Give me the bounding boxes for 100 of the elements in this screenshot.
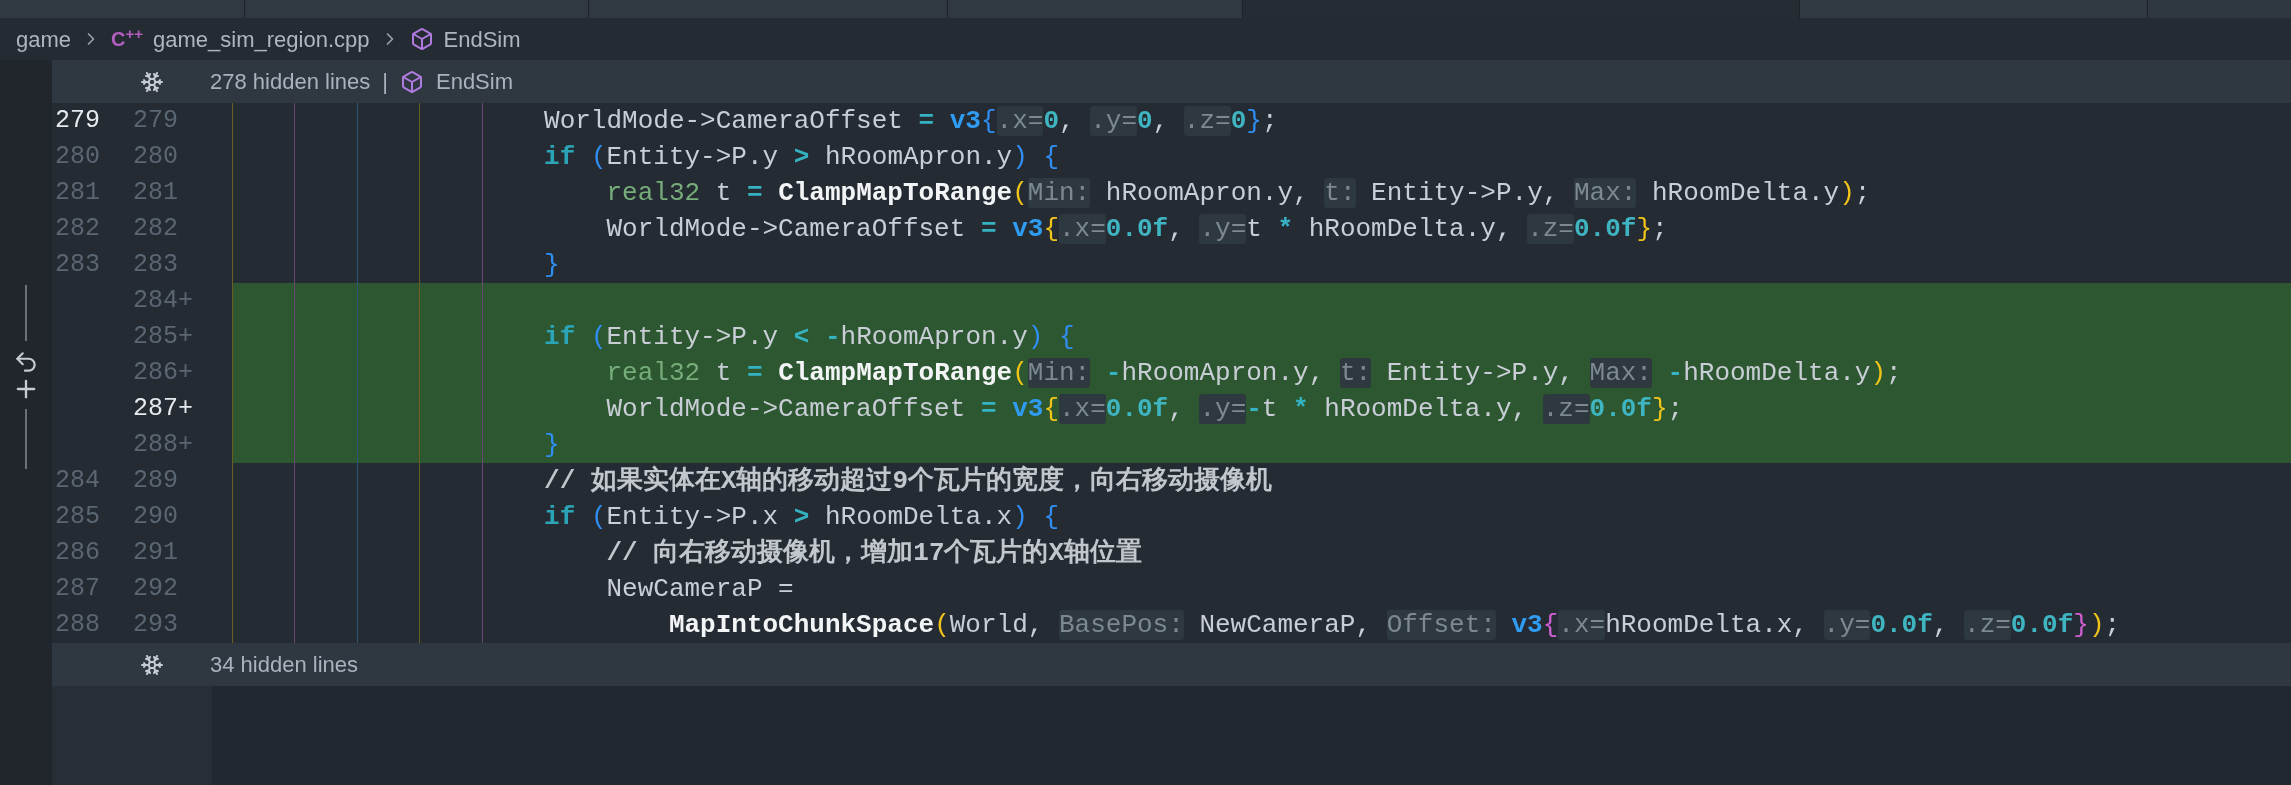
code-token: ; (2104, 609, 2121, 640)
inlay-hint: .x= (1059, 393, 1106, 424)
code-token: t (715, 177, 732, 208)
code-token: hRoomDelta.x, (1605, 609, 1808, 640)
line-number: 283 (54, 249, 100, 282)
line-number: 280 (133, 141, 179, 174)
code-token: } (1246, 105, 1262, 136)
breadcrumb-symbol[interactable]: EndSim (443, 22, 521, 56)
line-number: 281 (133, 177, 179, 210)
code-token: } (1652, 393, 1668, 424)
code-token: ) (1870, 357, 1887, 388)
code-token: - (1667, 357, 1684, 388)
code-token: hRoomDelta.x (824, 501, 1013, 532)
code-token: ) (1012, 141, 1028, 172)
inlay-hint: .y= (1199, 213, 1247, 244)
hidden-lines-label: 34 hidden lines (210, 651, 358, 679)
code-token: ( (590, 321, 607, 352)
code-token: * (1293, 393, 1309, 424)
code-token: } (544, 249, 560, 280)
code-token: hRoomApron.y, (1105, 177, 1309, 208)
hidden-lines-label: 278 hidden lines (210, 68, 371, 96)
code-token: 0.0f (1573, 213, 1637, 244)
code-token: ( (590, 501, 607, 532)
code-token: hRoomDelta.y, (1308, 213, 1512, 244)
breadcrumb-file[interactable]: game_sim_region.cpp (153, 22, 370, 56)
inlay-hint: .z= (1527, 213, 1574, 244)
code-token: Entity->P.y (606, 141, 779, 172)
code-token: { (1059, 321, 1075, 352)
separator: | (382, 68, 388, 96)
inlay-hint: .y= (1199, 393, 1247, 424)
code-token: NewCameraP, (1199, 609, 1372, 640)
code-token: WorldMode->CameraOffset (606, 393, 966, 424)
code-token: 0.0f (1870, 609, 1933, 640)
code-token: v3 (1012, 393, 1044, 424)
inlay-hint: .y= (1090, 105, 1138, 136)
code-token: hRoomApron.y (824, 141, 1013, 172)
code-token: = (746, 357, 763, 388)
inlay-hint: t: (1339, 357, 1372, 388)
line-number: 291 (133, 537, 179, 570)
code-token: real32 (606, 177, 701, 208)
code-token: hRoomDelta.y (1652, 177, 1840, 208)
code-token: ) (2088, 609, 2105, 640)
line-number: 280 (54, 141, 100, 174)
line-number: 290 (133, 501, 179, 534)
code-token: , (1059, 105, 1075, 136)
line-number: 284 (54, 465, 100, 498)
code-token: t (1261, 393, 1278, 424)
code-token: , (1152, 105, 1169, 136)
code-token: { (1043, 141, 1060, 172)
revert-icon[interactable] (13, 349, 39, 375)
code-token: if (544, 321, 576, 352)
code-token: World, (949, 609, 1044, 640)
code-token: { (1043, 501, 1060, 532)
code-token: 0.0f (2010, 609, 2074, 640)
line-number: 285+ (133, 321, 194, 354)
code-token: ; (1261, 105, 1278, 136)
code-token: } (1636, 213, 1652, 244)
code-token: { (980, 105, 997, 136)
editor-tab[interactable] (1243, 0, 1800, 18)
inlay-hint: .x= (1558, 609, 1606, 640)
code-token: - (1246, 393, 1262, 424)
code-token: = (746, 177, 763, 208)
line-number: 287 (54, 573, 100, 606)
code-token: { (1542, 609, 1559, 640)
line-number: 292 (133, 573, 179, 606)
code-token: - (824, 321, 841, 352)
hidden-lines-bar[interactable]: 34 hidden lines (52, 643, 2291, 686)
line-number: 284+ (133, 285, 194, 318)
code-token: hRoomApron.y, (1121, 357, 1325, 388)
code-token: ; (1667, 393, 1684, 424)
code-token: t (1246, 213, 1262, 244)
code-token: ; (1854, 177, 1871, 208)
code-token: MapIntoChunkSpace (668, 609, 935, 640)
code-token: Entity->P.y (606, 321, 779, 352)
code-token: hRoomDelta.y, (1324, 393, 1528, 424)
code-token: if (544, 501, 576, 532)
code-token: ( (934, 609, 950, 640)
line-number: 282 (54, 213, 100, 246)
code-token: { (1043, 213, 1059, 244)
code-token: ( (1012, 177, 1028, 208)
inlay-hint: Min: (1027, 177, 1091, 208)
code-token: ( (590, 141, 607, 172)
symbol-label: EndSim (435, 68, 513, 96)
code-token: 0 (1230, 105, 1247, 136)
code-token: < (793, 321, 810, 352)
code-token: NewCameraP = (606, 573, 794, 604)
code-token: v3 (1511, 609, 1543, 640)
breadcrumb-folder[interactable]: game (16, 22, 72, 56)
code-token: 0.0f (1105, 213, 1169, 244)
code-token: 0.0f (1589, 393, 1652, 424)
code-token: hRoomApron.y (840, 321, 1028, 352)
code-token: WorldMode->CameraOffset (544, 105, 903, 136)
code-token: hRoomDelta.y (1683, 357, 1871, 388)
code-token: > (793, 501, 810, 532)
code-token: // 如果实体在X轴的移动超过9个瓦片的宽度，向右移动摄像机 (544, 465, 1273, 496)
code-token: ; (1886, 357, 1902, 388)
cpp-file-icon: C$^{++}$ (111, 24, 144, 54)
code-token: - (1105, 357, 1122, 388)
code-token: v3 (949, 105, 981, 136)
hidden-lines-bar[interactable]: 278 hidden lines | EndSim (52, 60, 2291, 103)
